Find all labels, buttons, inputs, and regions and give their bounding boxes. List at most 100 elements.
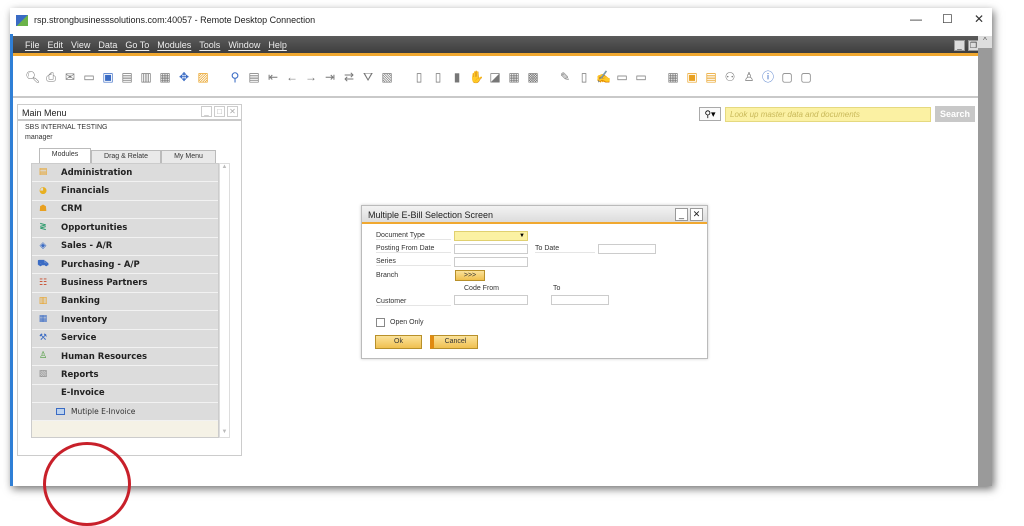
print-icon[interactable]: ⎙ [44, 70, 58, 84]
word-icon[interactable]: ▥ [139, 70, 153, 84]
module-sales-a-r[interactable]: ◈ Sales - A/R [32, 237, 218, 256]
crm-people-icon: ☗ [38, 203, 48, 214]
tab-my-menu[interactable]: My Menu [161, 150, 216, 163]
menu-goto[interactable]: Go To [125, 40, 149, 50]
launch-icon[interactable]: ✥ [177, 70, 191, 84]
sort-icon[interactable]: ▧ [380, 70, 394, 84]
chat-icon[interactable]: ▭ [634, 70, 648, 84]
journal-icon[interactable]: ▮ [450, 70, 464, 84]
find-icon[interactable]: ⚲ [228, 70, 242, 84]
payment-icon[interactable]: ✋ [469, 70, 484, 84]
export-icon[interactable]: ▭ [82, 70, 96, 84]
module-inventory[interactable]: ▦ Inventory [32, 311, 218, 330]
refresh-icon[interactable]: ⇄ [342, 70, 356, 84]
posting-from-date-field[interactable] [454, 244, 528, 254]
doc-icon[interactable]: ▯ [577, 70, 591, 84]
module-service[interactable]: ⚒ Service [32, 329, 218, 348]
module-purchasing-a-p[interactable]: ⛟ Purchasing - A/P [32, 255, 218, 275]
tab-drag-relate[interactable]: Drag & Relate [91, 150, 161, 163]
tab-modules[interactable]: Modules [39, 148, 91, 163]
menu-modules[interactable]: Modules [157, 40, 191, 50]
prev-icon[interactable]: ← [285, 70, 299, 84]
menu-view[interactable]: View [71, 40, 90, 50]
module-e-invoice[interactable]: E-Invoice [32, 384, 218, 404]
filter-icon[interactable]: ⛛ [361, 70, 375, 84]
module-business-partners[interactable]: ☷ Business Partners [32, 274, 218, 293]
last-icon[interactable]: ⇥ [323, 70, 337, 84]
message-icon[interactable]: ▭ [615, 70, 629, 84]
open-only-checkbox[interactable] [376, 318, 385, 327]
menu-data[interactable]: Data [98, 40, 117, 50]
chevron-down-icon: ▼ [519, 233, 525, 239]
fax-icon[interactable]: ▣ [101, 70, 115, 84]
settings-doc-icon[interactable]: ▩ [526, 70, 540, 84]
panel-close-button[interactable]: ✕ [227, 106, 238, 117]
preview-icon[interactable]: 🔍︎ [25, 70, 40, 84]
series-field[interactable] [454, 257, 528, 267]
next-icon[interactable]: → [304, 70, 318, 84]
approval-icon[interactable]: ✍ [596, 70, 611, 84]
document-type-label: Document Type [376, 232, 451, 240]
excel-icon[interactable]: ▤ [120, 70, 134, 84]
menu-help[interactable]: Help [268, 40, 287, 50]
posting-from-date-label: Posting From Date [376, 245, 451, 253]
pdf-icon[interactable]: ▦ [158, 70, 172, 84]
add-icon[interactable]: ▤ [247, 70, 261, 84]
ok-button[interactable]: Ok [375, 335, 422, 349]
module-administration[interactable]: ▤ Administration [32, 164, 218, 183]
help-icon[interactable]: ⓘ [761, 70, 775, 84]
customer-from-field[interactable] [454, 295, 528, 305]
banking-icon: ▥ [38, 295, 48, 306]
module-human-resources[interactable]: ♙ Human Resources [32, 347, 218, 367]
settings-icon[interactable]: ▢ [780, 70, 794, 84]
modules-scrollbar[interactable]: ▲ ▼ [219, 163, 230, 438]
dialog-close-button[interactable]: ✕ [690, 208, 703, 221]
menu-item-multiple-e-invoice[interactable]: Mutiple E-Invoice [32, 403, 218, 422]
menu-edit[interactable]: Edit [48, 40, 64, 50]
search-options-icon[interactable]: ⚲▾ [699, 107, 721, 121]
maximize-button[interactable]: ☐ [942, 12, 953, 26]
search-input[interactable]: Look up master data and documents [725, 106, 931, 122]
lock-icon[interactable]: ▨ [196, 70, 210, 84]
search-button[interactable]: Search [935, 106, 975, 122]
org-chart-icon[interactable]: ⚇ [723, 70, 737, 84]
menu-window[interactable]: Window [228, 40, 260, 50]
main-menu-title: Main Menu [22, 108, 67, 118]
target-document-icon[interactable]: ▯ [431, 70, 445, 84]
panel-maximize-button[interactable]: □ [214, 106, 225, 117]
first-icon[interactable]: ⇤ [266, 70, 280, 84]
alert-icon[interactable]: ▣ [685, 70, 699, 84]
module-financials[interactable]: ◕ Financials [32, 182, 218, 201]
module-opportunities[interactable]: ≷ Opportunities [32, 219, 218, 238]
module-crm[interactable]: ☗ CRM [32, 200, 218, 220]
module-reports[interactable]: ▧ Reports [32, 366, 218, 385]
edit-icon[interactable]: ✎ [558, 70, 572, 84]
layout-icon[interactable]: ▦ [507, 70, 521, 84]
customer-to-field[interactable] [551, 295, 609, 305]
close-button[interactable]: ✕ [974, 12, 984, 26]
window-scrollbar[interactable]: ^ [978, 36, 992, 486]
minimize-button[interactable]: — [910, 12, 922, 26]
title-bar: rsp.strongbusinesssolutions.com:40057 - … [10, 8, 992, 32]
window-icon[interactable]: ▢ [799, 70, 813, 84]
cancel-button[interactable]: Cancel [430, 335, 478, 349]
report-icon[interactable]: ▤ [704, 70, 718, 84]
menu-tools[interactable]: Tools [199, 40, 220, 50]
dialog-minimize-button[interactable]: _ [675, 208, 688, 221]
document-type-dropdown[interactable]: ▼ [454, 231, 528, 241]
gross-profit-icon[interactable]: ◪ [488, 70, 502, 84]
module-banking[interactable]: ▥ Banking [32, 292, 218, 312]
user-icon[interactable]: ♙ [742, 70, 756, 84]
email-icon[interactable]: ✉ [63, 70, 77, 84]
branch-select-button[interactable]: >>> [455, 270, 485, 281]
menu-file[interactable]: File [25, 40, 40, 50]
base-document-icon[interactable]: ▯ [412, 70, 426, 84]
menu-bar: File Edit View Data Go To Modules Tools … [13, 36, 985, 56]
modules-list: ▤ Administration ◕ Financials ☗ CRM ≷ Opportuni… [31, 163, 219, 438]
calendar-icon[interactable]: ▦ [666, 70, 680, 84]
to-date-field[interactable] [598, 244, 656, 254]
toolbar: 🔍︎ ⎙ ✉ ▭ ▣ ▤ ▥ ▦ ✥ ▨ ⚲ ▤ ⇤ ← → ⇥ ⇄ ⛛ ▧ ▯… [13, 60, 985, 94]
remote-desktop-icon [16, 14, 28, 26]
panel-minimize-button[interactable]: _ [201, 106, 212, 117]
app-minimize-button[interactable]: _ [954, 40, 965, 51]
